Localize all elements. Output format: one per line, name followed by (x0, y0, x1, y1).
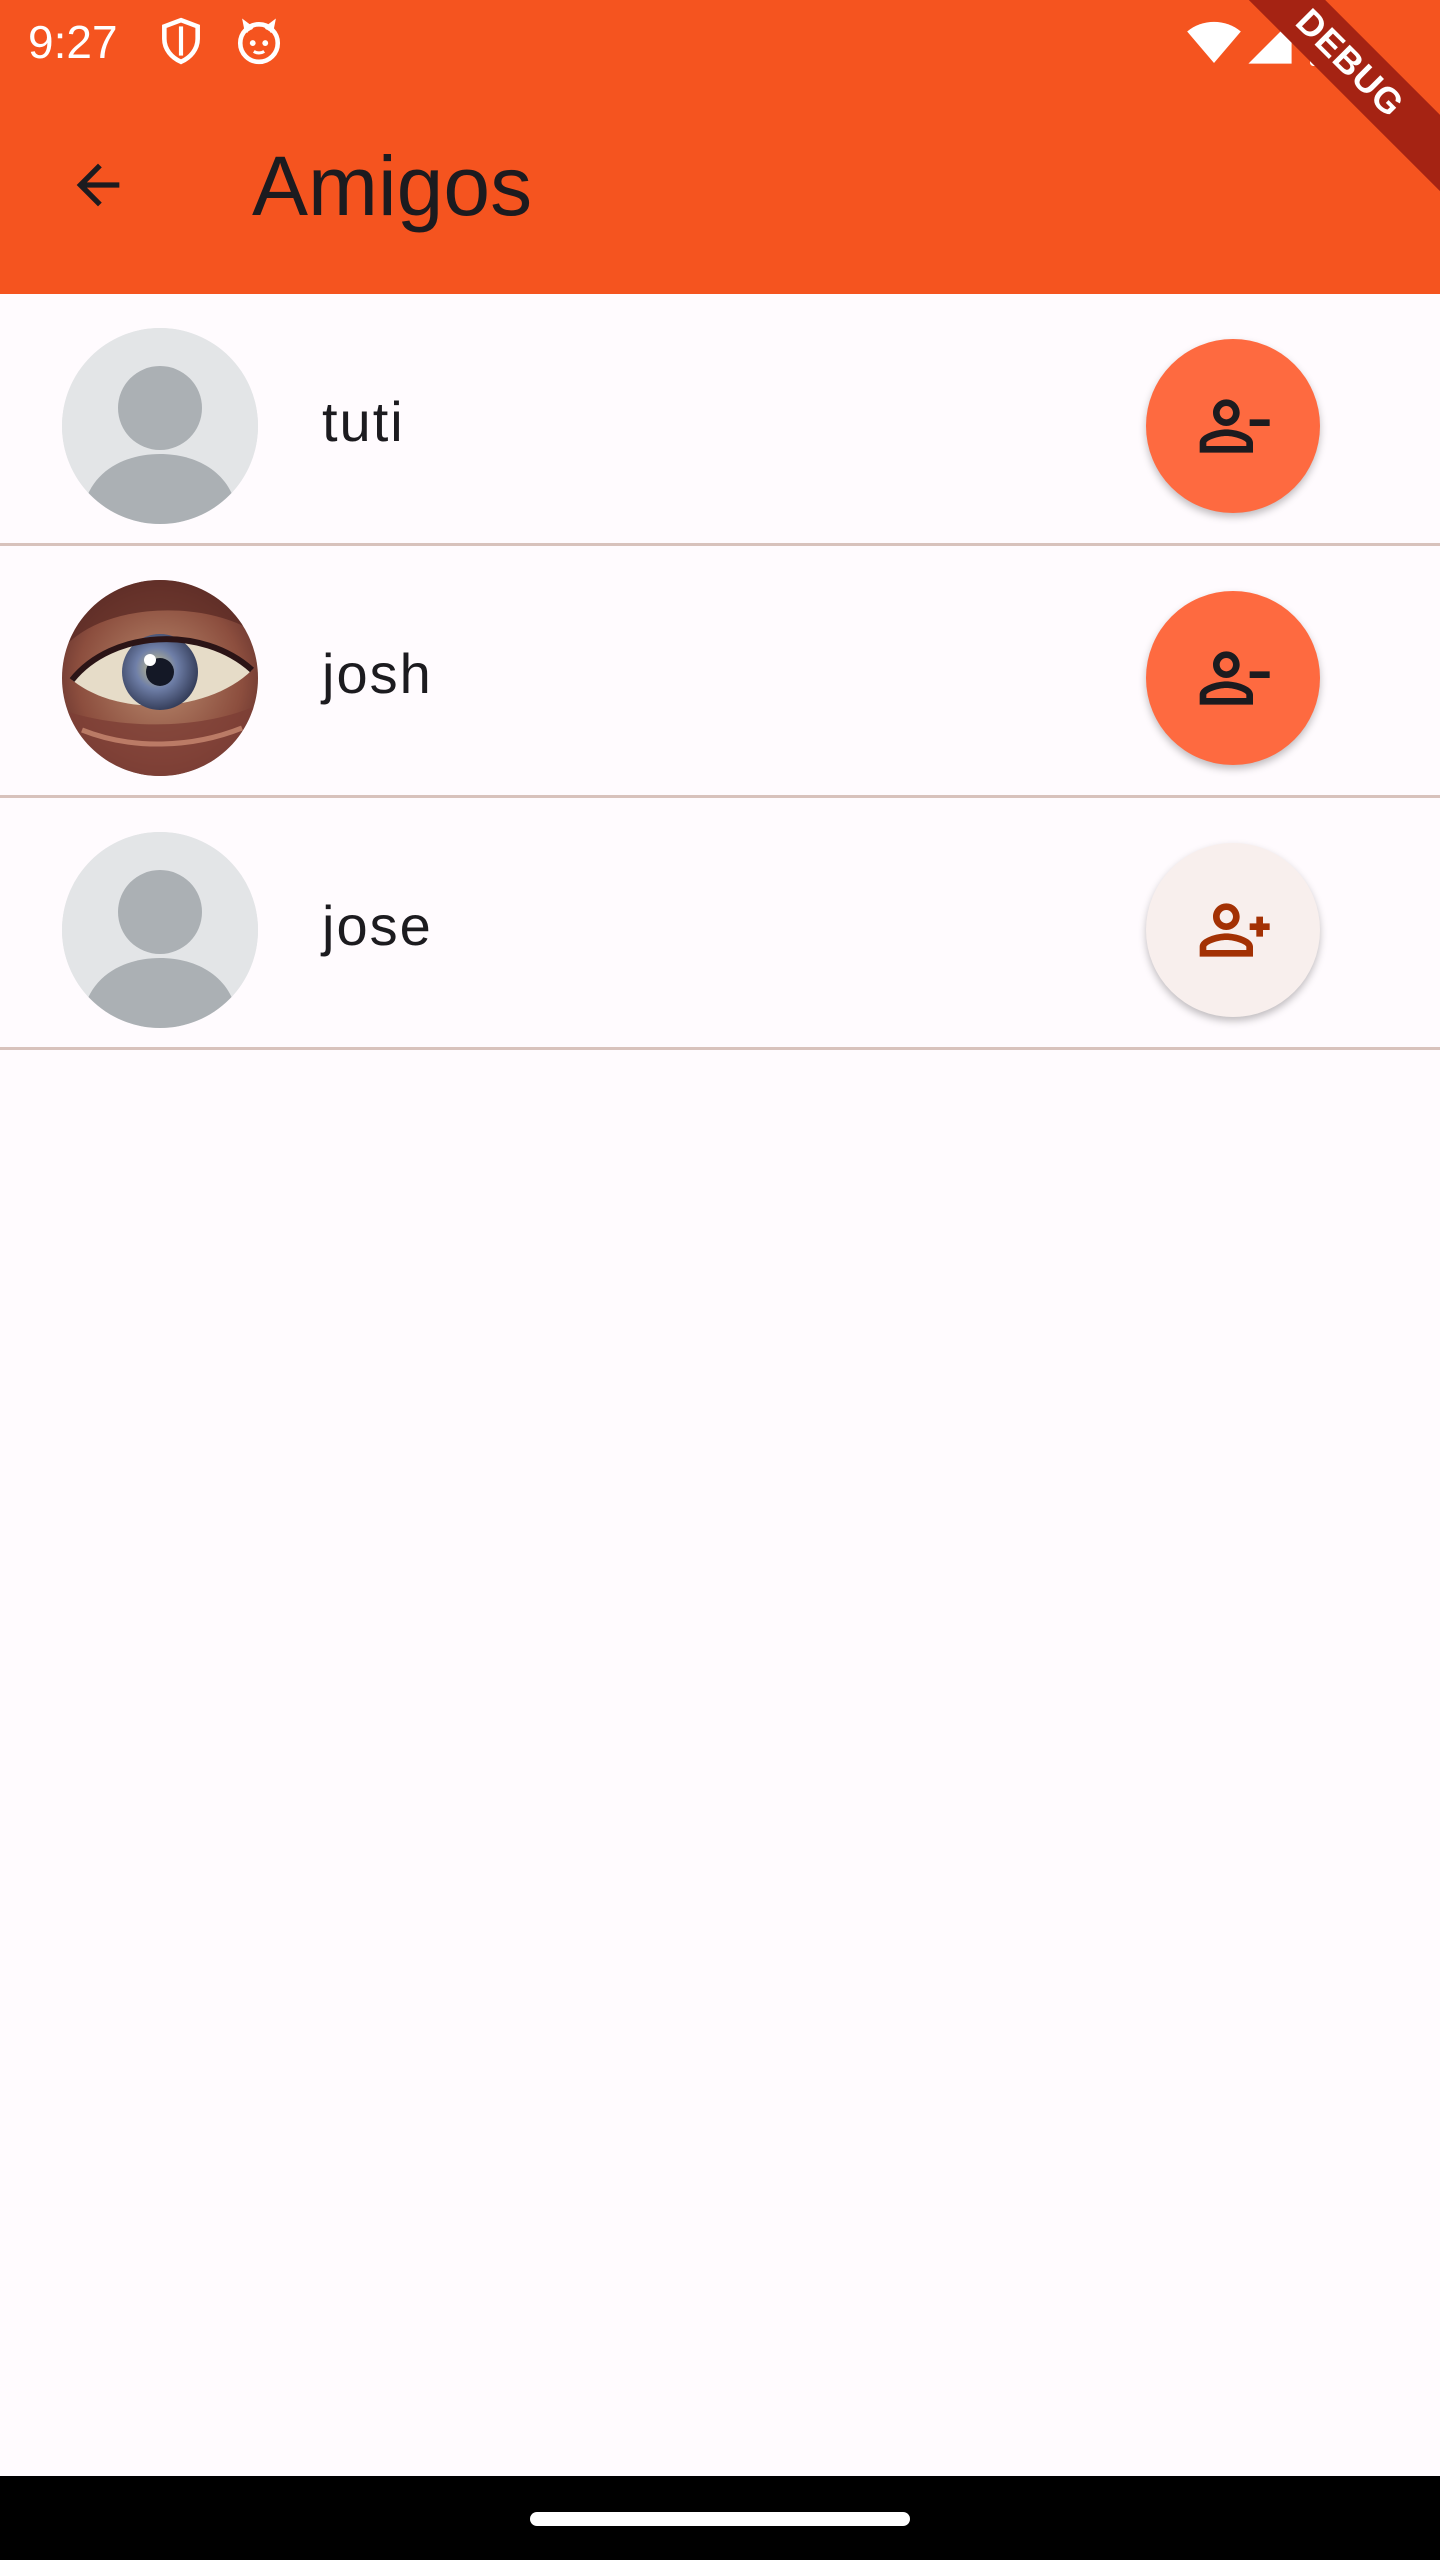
app-bar: Amigos (0, 84, 1440, 294)
person-add-icon (1199, 903, 1270, 957)
friend-row[interactable]: tuti (0, 294, 1440, 546)
shield-icon (162, 17, 200, 65)
cat-face-icon (237, 18, 281, 65)
friend-row[interactable]: jose (0, 798, 1440, 1050)
status-time: 9:27 (28, 16, 118, 68)
arrow-back-icon (76, 163, 120, 207)
page-title: Amigos (252, 139, 533, 233)
default-avatar (62, 832, 258, 1028)
add-friend-button[interactable] (1146, 843, 1320, 1017)
friend-list: tuti josh jose (0, 294, 1440, 1050)
remove-friend-button[interactable] (1146, 339, 1320, 513)
home-indicator[interactable] (530, 2512, 910, 2526)
status-bar: 9:27 (0, 0, 1440, 84)
eye-painting-photo (62, 580, 258, 776)
person-remove-icon (1199, 399, 1270, 453)
person-remove-icon (1199, 651, 1270, 705)
friends-screen: 9:27 Amigos DEBUG tuti josh jose (0, 0, 1440, 2560)
remove-friend-button[interactable] (1146, 591, 1320, 765)
friend-name: josh (322, 642, 433, 705)
friend-name: jose (322, 894, 433, 957)
back-button[interactable] (48, 135, 148, 235)
default-avatar (62, 328, 258, 524)
navigation-bar (0, 2476, 1440, 2560)
friend-row[interactable]: josh (0, 546, 1440, 798)
wifi-icon (1187, 21, 1241, 63)
friend-name: tuti (322, 390, 405, 453)
